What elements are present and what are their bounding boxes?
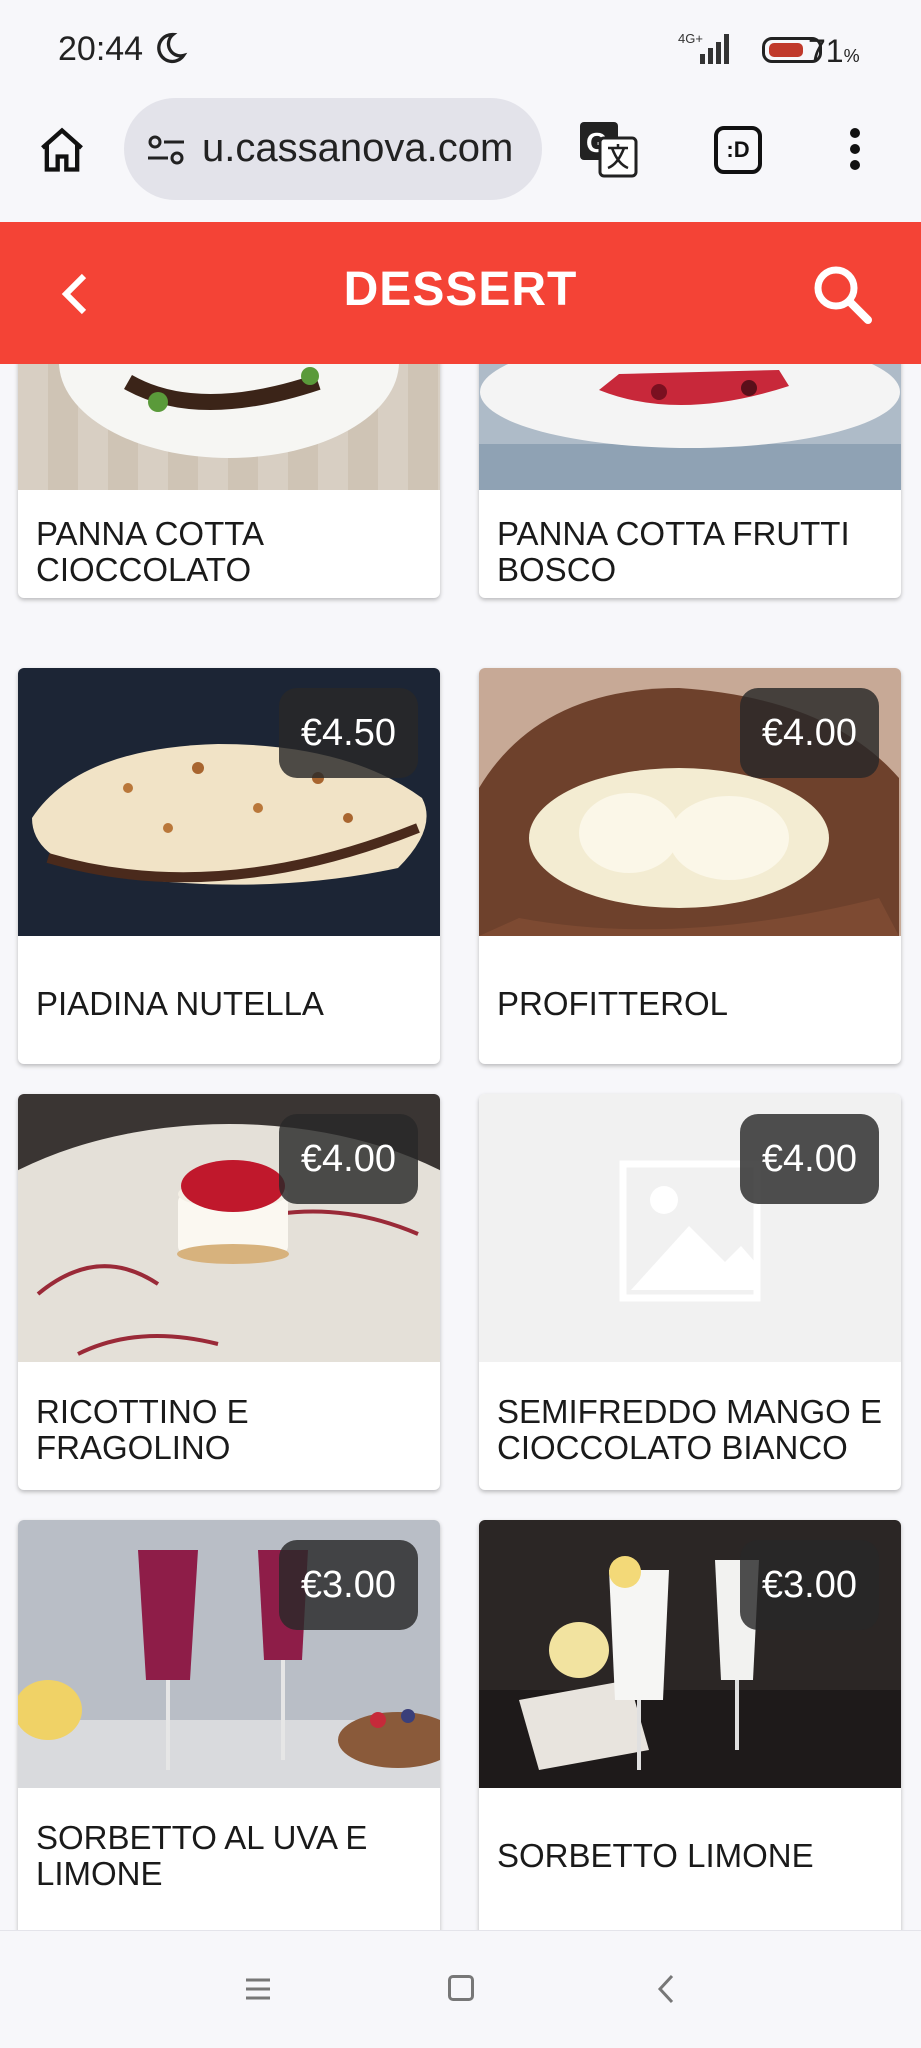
dish-image: [18, 364, 440, 490]
price-badge: €3.00: [739, 1540, 879, 1630]
page-title: DESSERT: [343, 263, 578, 316]
home-button-icon[interactable]: [448, 1975, 474, 2001]
do-not-disturb-moon-icon: [157, 32, 188, 64]
price-badge: €3.00: [278, 1540, 418, 1630]
menu-item-card[interactable]: PANNA COTTA CIOCCOLATO: [18, 364, 440, 598]
item-name: SEMIFREDDO MANGO E CIOCCOLATO BIANCO: [497, 1393, 883, 1466]
translate-icon[interactable]: G: [578, 118, 640, 180]
menu-item-card[interactable]: PANNA COTTA FRUTTI BOSCO: [479, 364, 901, 598]
menu-item-card[interactable]: €4.00 PROFITTEROL: [479, 668, 901, 1064]
battery-level: 71%: [808, 33, 860, 69]
system-back-icon[interactable]: [656, 1974, 676, 2004]
search-icon[interactable]: [810, 262, 874, 326]
menu-item-card[interactable]: €4.00 RICOTTINO E FRAGOLINO: [18, 1094, 440, 1490]
status-time: 20:44: [58, 30, 144, 68]
price-badge: €4.00: [739, 688, 879, 778]
item-name: RICOTTINO E FRAGOLINO: [36, 1393, 249, 1466]
item-name: PANNA COTTA CIOCCOLATO: [36, 515, 263, 588]
menu-item-card[interactable]: €4.50 PIADINA NUTELLA: [18, 668, 440, 1064]
item-name: PANNA COTTA FRUTTI BOSCO: [497, 515, 850, 588]
item-name: SORBETTO AL UVA E LIMONE: [36, 1819, 368, 1892]
more-options-icon[interactable]: [848, 126, 862, 172]
price-badge: €4.00: [739, 1114, 879, 1204]
url-text[interactable]: u.cassanova.com: [202, 126, 513, 171]
home-icon[interactable]: [36, 124, 88, 176]
menu-grid: PANNA COTTA CIOCCOLATO PANNA COTTA FRUTT…: [0, 364, 921, 1930]
item-name: PROFITTEROL: [497, 985, 729, 1022]
price-badge: €4.50: [278, 688, 418, 778]
extension-button[interactable]: :D: [714, 126, 762, 174]
item-name: PIADINA NUTELLA: [36, 985, 324, 1022]
cellular-signal-icon: 4G+: [678, 31, 729, 64]
menu-item-card[interactable]: €3.00 SORBETTO AL UVA E LIMONE: [18, 1520, 440, 1930]
site-settings-icon[interactable]: [146, 134, 186, 166]
recent-apps-icon[interactable]: [244, 1978, 272, 2000]
menu-item-card[interactable]: €4.00 SEMIFREDDO MANGO E CIOCCOLATO BIAN…: [479, 1094, 901, 1490]
menu-item-card[interactable]: €3.00 SORBETTO LIMONE: [479, 1520, 901, 1930]
price-badge: €4.00: [278, 1114, 418, 1204]
item-name: SORBETTO LIMONE: [497, 1837, 814, 1874]
network-type-label: 4G+: [678, 31, 703, 46]
dish-image: [479, 364, 901, 490]
